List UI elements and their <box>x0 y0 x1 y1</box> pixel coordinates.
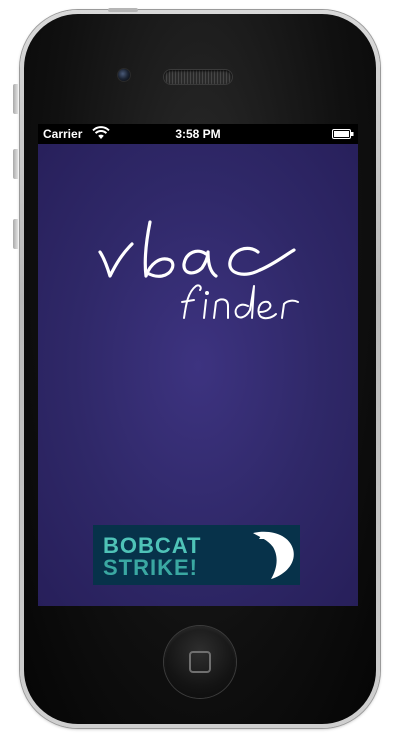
vbac-finder-logo <box>98 220 299 320</box>
sleep-wake-button[interactable] <box>108 8 138 12</box>
splash-screen: BOBCAT STRIKE! <box>38 144 358 606</box>
bobcat-strike-banner: BOBCAT STRIKE! <box>93 525 300 585</box>
volume-up-button[interactable] <box>13 149 18 179</box>
screen: Carrier 3:58 PM BOBCAT STRIKE! <box>38 124 358 606</box>
battery-icon <box>332 129 354 139</box>
front-camera <box>118 69 130 81</box>
volume-down-button[interactable] <box>13 219 18 249</box>
mute-switch[interactable] <box>13 84 18 114</box>
home-square-icon <box>189 651 211 673</box>
home-button[interactable] <box>164 626 236 698</box>
bobcat-strike-logo: BOBCAT STRIKE! <box>93 525 300 585</box>
banner-line2: STRIKE! <box>103 555 198 580</box>
status-bar: Carrier 3:58 PM <box>38 124 358 144</box>
earpiece-speaker <box>164 70 232 84</box>
status-time: 3:58 PM <box>175 127 221 141</box>
